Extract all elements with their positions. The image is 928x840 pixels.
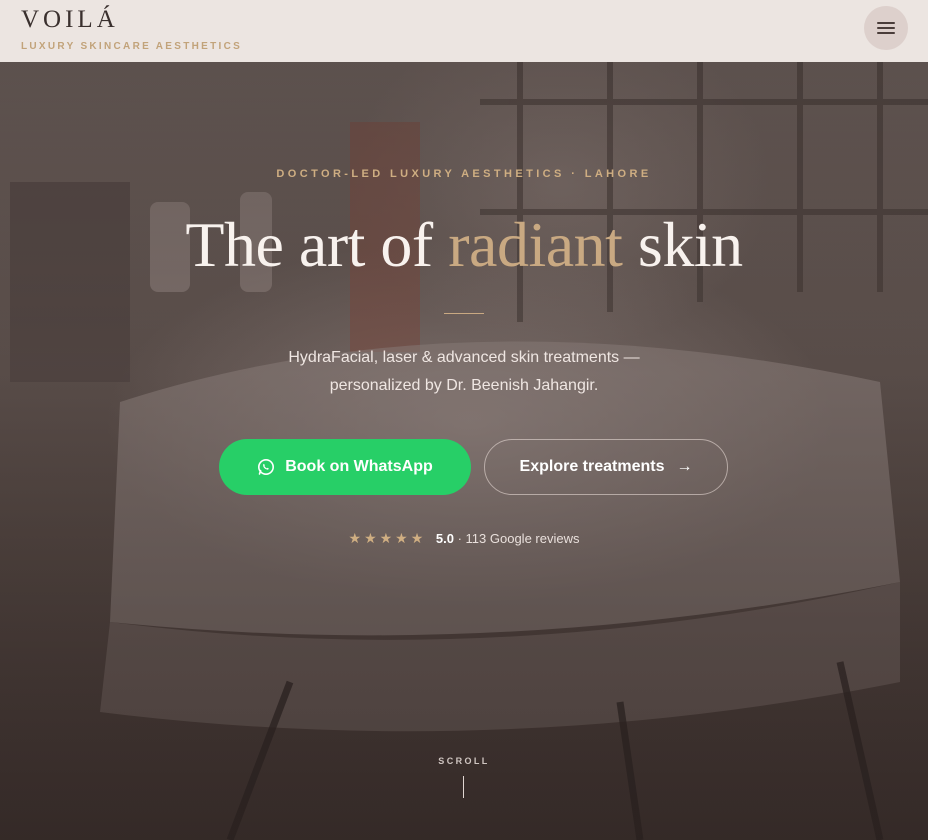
- subtitle-line-1: HydraFacial, laser & advanced skin treat…: [288, 349, 640, 366]
- explore-treatments-label: Explore treatments: [519, 458, 665, 475]
- arrow-right-icon: →: [676, 458, 693, 475]
- brand-logo-name[interactable]: VOILÁ: [21, 6, 119, 34]
- hamburger-menu-icon: [877, 22, 895, 34]
- rating-score: 5.0: [435, 531, 454, 546]
- brand-tagline: LUXURY SKINCARE AESTHETICS: [21, 41, 243, 52]
- menu-button[interactable]: [864, 6, 908, 50]
- explore-treatments-button[interactable]: Explore treatments →: [484, 439, 728, 495]
- whatsapp-icon: [258, 459, 275, 475]
- headline-part-2: skin: [622, 209, 743, 280]
- rating-summary: ★★★★★ 5.0 · 113 Google reviews: [0, 530, 928, 547]
- book-whatsapp-label: Book on WhatsApp: [285, 458, 433, 475]
- star-rating-icons: ★★★★★: [348, 530, 427, 546]
- hero-eyebrow: DOCTOR-LED LUXURY AESTHETICS · LAHORE: [276, 168, 652, 180]
- subtitle-line-2: personalized by Dr. Beenish Jahangir.: [329, 377, 599, 394]
- headline-part-1: The art of: [185, 209, 449, 280]
- scroll-indicator-line: [463, 776, 464, 798]
- book-whatsapp-button[interactable]: Book on WhatsApp: [219, 439, 471, 495]
- headline-accent: radiant: [448, 209, 623, 280]
- scroll-indicator-label[interactable]: SCROLL: [0, 756, 928, 766]
- hero-headline: The art of radiant skin: [0, 208, 928, 282]
- hero-subtitle: HydraFacial, laser & advanced skin treat…: [214, 344, 714, 400]
- gold-divider: [444, 313, 484, 314]
- rating-review-count: · 113 Google reviews: [453, 531, 580, 546]
- site-header: VOILÁ LUXURY SKINCARE AESTHETICS: [0, 0, 928, 62]
- hero-section: DOCTOR-LED LUXURY AESTHETICS · LAHORE Th…: [0, 62, 928, 840]
